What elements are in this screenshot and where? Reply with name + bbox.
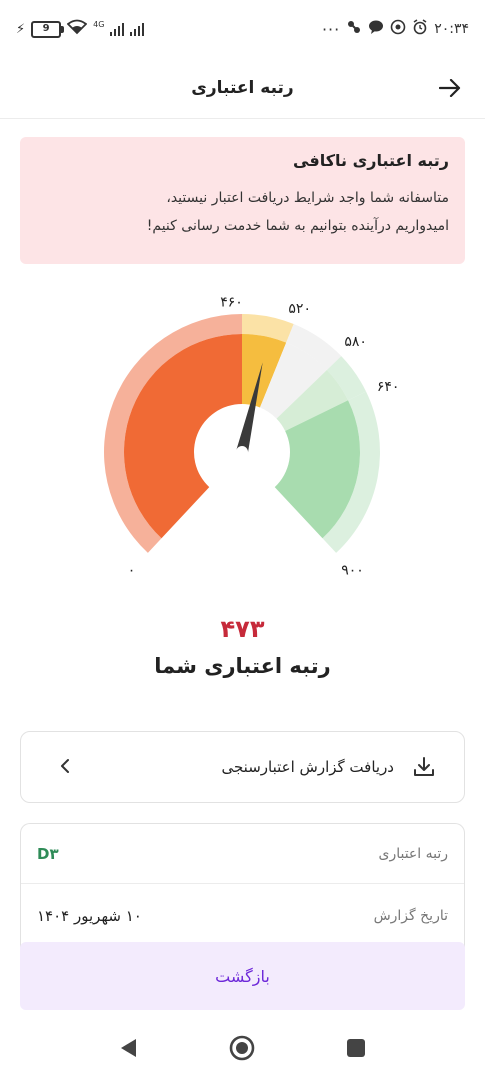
report-date-value: ۱۰ شهریور ۱۴۰۴ bbox=[37, 907, 142, 925]
credit-grade-label: رتبه اعتباری bbox=[378, 845, 448, 862]
gauge-tick-label: ۶۴۰ bbox=[377, 379, 400, 395]
battery-level: 9 bbox=[42, 23, 50, 34]
more-notifications-icon: ··· bbox=[321, 19, 341, 39]
signal-icon-2 bbox=[130, 22, 145, 36]
clock-time: ۲۰:۳۴ bbox=[434, 21, 469, 37]
alert-message: متاسفانه شما واجد شرایط دریافت اعتبار نی… bbox=[146, 190, 449, 234]
report-date-label: تاریخ گزارش bbox=[373, 908, 448, 924]
nav-recent-icon[interactable] bbox=[346, 1038, 366, 1062]
chat-icon bbox=[368, 19, 384, 39]
whatsapp-icon bbox=[390, 19, 406, 39]
score-value: ۴۷۳ bbox=[220, 615, 265, 643]
charging-icon: ⚡ bbox=[16, 21, 26, 37]
info-card: D۳ رتبه اعتباری ۱۰ شهریور ۱۴۰۴ تاریخ گزا… bbox=[20, 823, 465, 948]
gauge-tick-label: ۵۲۰ bbox=[288, 301, 311, 317]
nav-home-icon[interactable] bbox=[228, 1034, 256, 1066]
app-header: رتبه اعتباری bbox=[0, 58, 485, 119]
app-notification-icon bbox=[346, 19, 362, 39]
alert-title: رتبه اعتباری ناکافی bbox=[293, 151, 449, 170]
network-type: 4G bbox=[93, 19, 105, 29]
gauge-tick-label: ۴۶۰ bbox=[220, 294, 243, 310]
signal-icon bbox=[110, 22, 125, 36]
nav-back-icon[interactable] bbox=[118, 1037, 138, 1063]
page-title: رتبه اعتباری bbox=[191, 78, 294, 98]
gauge-tick-label: ۰ bbox=[128, 562, 136, 578]
credit-score-gauge: ۰ ۴۶۰ ۵۲۰ ۵۸۰ ۶۴۰ ۹۰۰ bbox=[0, 290, 485, 590]
credit-grade-value: D۳ bbox=[37, 844, 59, 863]
alert-box: رتبه اعتباری ناکافی متاسفانه شما واجد شر… bbox=[20, 137, 465, 264]
gauge-svg: ۰ ۴۶۰ ۵۲۰ ۵۸۰ ۶۴۰ ۹۰۰ bbox=[104, 294, 400, 578]
download-icon bbox=[412, 755, 436, 779]
chevron-left-icon bbox=[59, 755, 71, 779]
download-report-button[interactable]: دریافت گزارش اعتبارسنجی bbox=[20, 731, 465, 803]
system-nav-bar bbox=[0, 1020, 485, 1080]
gauge-tick-label: ۵۸۰ bbox=[344, 334, 367, 350]
wifi-icon bbox=[66, 19, 88, 39]
info-row-grade: D۳ رتبه اعتباری bbox=[21, 824, 464, 884]
status-right: ··· ۲۰:۳۴ bbox=[322, 19, 469, 39]
gauge-tick-label: ۹۰۰ bbox=[341, 562, 364, 578]
back-arrow-icon[interactable] bbox=[437, 75, 463, 101]
info-row-date: ۱۰ شهریور ۱۴۰۴ تاریخ گزارش bbox=[21, 886, 464, 946]
download-report-label: دریافت گزارش اعتبارسنجی bbox=[221, 758, 394, 776]
status-left: ⚡ 9 4G bbox=[16, 19, 145, 39]
back-button[interactable]: بازگشت bbox=[20, 942, 465, 1010]
alarm-icon bbox=[412, 19, 428, 39]
screen: ⚡ 9 4G ··· ۲۰:۳۴ رتبه اعتباری رتبه اعتبا… bbox=[0, 0, 485, 1080]
battery-icon: 9 bbox=[31, 20, 65, 38]
status-bar: ⚡ 9 4G ··· ۲۰:۳۴ bbox=[0, 0, 485, 58]
score-label: رتبه اعتباری شما bbox=[154, 654, 331, 678]
